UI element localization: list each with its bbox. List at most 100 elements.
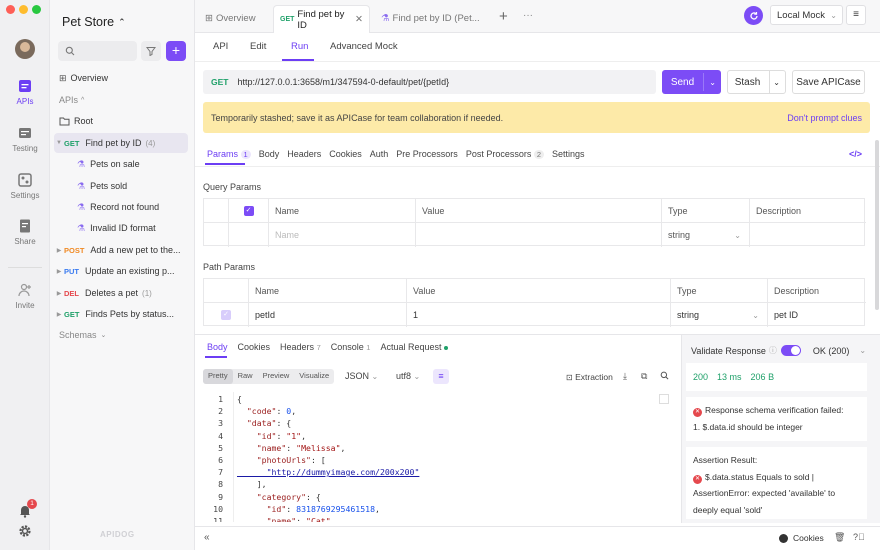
view-visualize[interactable]: Visualize <box>294 369 334 384</box>
rail-label: APIs <box>16 97 34 106</box>
stash-button[interactable]: Stash ⌄ <box>727 70 786 94</box>
trash-button[interactable]: 🗑︎ <box>834 532 845 543</box>
new-tab-button[interactable]: + <box>499 8 508 25</box>
validate-toggle[interactable] <box>780 345 801 356</box>
tree-case-pets-sold[interactable]: ⚗ Pets sold <box>77 176 188 196</box>
environment-select[interactable]: Local Mock ⌄ <box>770 5 843 25</box>
copy-button[interactable]: ⧉ <box>641 371 647 382</box>
subtab-edit[interactable]: Edit <box>250 41 266 52</box>
query-value-input[interactable] <box>416 223 662 247</box>
chevron-down-icon[interactable]: ⌄ <box>709 78 716 87</box>
dont-prompt-link[interactable]: Don't prompt clues <box>787 113 862 123</box>
settings-icon <box>18 173 32 187</box>
method-select[interactable]: GET <box>211 77 228 87</box>
tab-cookies[interactable]: Cookies <box>329 149 362 159</box>
query-description-input[interactable] <box>750 223 866 247</box>
cookies-button[interactable]: Cookies <box>779 533 824 543</box>
wrap-button[interactable]: ≡ <box>433 369 449 384</box>
row-checkbox[interactable]: ✓ <box>204 303 249 327</box>
project-switcher[interactable]: Pet Store ⌃ <box>62 15 126 29</box>
double-chevron-left-icon: « <box>204 532 210 543</box>
tree-item-find-pet[interactable]: ▼ GET Find pet by ID (4) <box>54 133 188 153</box>
tree-case-invalid-id[interactable]: ⚗ Invalid ID format <box>77 218 188 238</box>
tree-item-add-pet[interactable]: ▶ POST Add a new pet to the... <box>54 240 188 260</box>
path-description-input[interactable]: pet ID <box>768 303 866 327</box>
view-raw[interactable]: Raw <box>233 369 258 384</box>
select-all-checkbox[interactable]: ✓ <box>229 199 269 223</box>
tab-find-pet-active[interactable]: GET Find pet by ID ✕ <box>273 5 370 33</box>
search-input[interactable] <box>58 41 137 61</box>
resp-tab-body[interactable]: Body <box>207 342 228 352</box>
sync-button[interactable] <box>744 6 763 25</box>
schemas-section-header[interactable]: Schemas ⌄ <box>59 325 188 345</box>
rail-item-share[interactable]: Share <box>0 218 50 246</box>
overview-item[interactable]: ⊞ Overview <box>59 68 188 88</box>
format-select[interactable]: JSON ⌄ <box>345 371 378 381</box>
tab-settings[interactable]: Settings <box>552 149 585 159</box>
collapse-sidebar-button[interactable]: « <box>204 532 210 543</box>
tab-label: Overview <box>215 12 256 24</box>
path-value-input[interactable]: 1 <box>407 303 671 327</box>
view-pretty[interactable]: Pretty <box>203 369 233 384</box>
extraction-button[interactable]: ⊡ Extraction <box>566 372 613 382</box>
close-window-button[interactable] <box>6 5 15 14</box>
query-type-select[interactable]: string ⌄ <box>662 223 750 247</box>
notification-button[interactable]: 1 <box>18 499 37 518</box>
help-button[interactable]: ?⃝ <box>853 532 865 542</box>
scrollbar[interactable] <box>875 140 879 310</box>
rail-item-apis[interactable]: APIs <box>0 78 50 106</box>
tree-item-update-pet[interactable]: ▶ PUT Update an existing p... <box>54 261 188 281</box>
path-type-select[interactable]: string ⌄ <box>671 303 768 327</box>
view-preview[interactable]: Preview <box>258 369 295 384</box>
tab-auth[interactable]: Auth <box>370 149 389 159</box>
tab-overview[interactable]: ⊞ Overview <box>199 6 262 30</box>
minimize-window-button[interactable] <box>19 5 28 14</box>
download-button[interactable]: ⤓ <box>623 371 627 382</box>
resp-tab-cookies[interactable]: Cookies <box>238 342 271 352</box>
tab-post-processors[interactable]: Post Processors 2 <box>466 149 545 159</box>
url-input[interactable]: GET http://127.0.0.1:3658/m1/347594-0-de… <box>203 70 656 94</box>
tree-case-record-not-found[interactable]: ⚗ Record not found <box>77 197 188 217</box>
add-button[interactable]: + <box>166 41 186 61</box>
subtab-advanced-mock[interactable]: Advanced Mock <box>330 41 398 52</box>
chevron-down-icon[interactable]: ⌄ <box>859 346 866 355</box>
caret-right-icon: ▶ <box>56 268 62 275</box>
preferences-button[interactable] <box>18 524 32 538</box>
tree-case-pets-on-sale[interactable]: ⚗ Pets on sale <box>77 154 188 174</box>
chevron-down-icon[interactable]: ⌄ <box>773 78 780 87</box>
validate-response-toggle-row: Validate Response ⓘ OK (200) ⌄ <box>691 345 866 356</box>
query-name-input[interactable]: Name <box>269 223 416 247</box>
subtab-api[interactable]: API <box>213 41 228 52</box>
menu-button[interactable]: ≡ <box>846 5 866 25</box>
filter-button[interactable] <box>141 41 161 61</box>
rail-item-settings[interactable]: Settings <box>0 172 50 200</box>
resp-tab-actual-request[interactable]: Actual Request <box>380 342 448 352</box>
rail-item-testing[interactable]: Testing <box>0 125 50 153</box>
resp-tab-console[interactable]: Console 1 <box>331 342 371 352</box>
response-body-editor[interactable]: 1 {2 "code": 0, 3 "data": {4 "id": "1", 5 "… <box>195 392 671 522</box>
save-apicase-button[interactable]: Save APICase <box>792 70 865 94</box>
send-button[interactable]: Send ⌄ <box>662 70 721 94</box>
caret-right-icon: ▶ <box>56 247 62 254</box>
tab-find-pet-case[interactable]: ⚗ Find pet by ID (Pet... <box>375 6 486 30</box>
maximize-window-button[interactable] <box>32 5 41 14</box>
apis-section-header[interactable]: APIs ^ <box>59 90 188 110</box>
rail-item-invite[interactable]: Invite <box>0 282 50 310</box>
avatar[interactable] <box>15 39 35 59</box>
subtab-run[interactable]: Run <box>291 41 308 52</box>
code-gen-button[interactable]: </> <box>849 149 862 159</box>
resp-tab-headers[interactable]: Headers 7 <box>280 342 321 352</box>
tab-body[interactable]: Body <box>259 149 280 159</box>
encoding-select[interactable]: utf8 ⌄ <box>396 371 420 381</box>
tab-params[interactable]: Params 1 <box>207 149 251 159</box>
close-icon[interactable]: ✕ <box>355 14 363 25</box>
tree-item-delete-pet[interactable]: ▶ DEL Deletes a pet (1) <box>54 283 188 303</box>
caret-right-icon: ▶ <box>56 311 62 318</box>
more-tabs-button[interactable]: ··· <box>523 10 533 21</box>
tab-pre-processors[interactable]: Pre Processors <box>396 149 458 159</box>
line-number: 3 <box>218 418 223 429</box>
tab-headers[interactable]: Headers <box>287 149 321 159</box>
tree-folder-root[interactable]: Root <box>59 111 188 131</box>
search-response-button[interactable] <box>660 371 669 382</box>
tree-item-find-by-status[interactable]: ▶ GET Finds Pets by status... <box>54 304 188 324</box>
